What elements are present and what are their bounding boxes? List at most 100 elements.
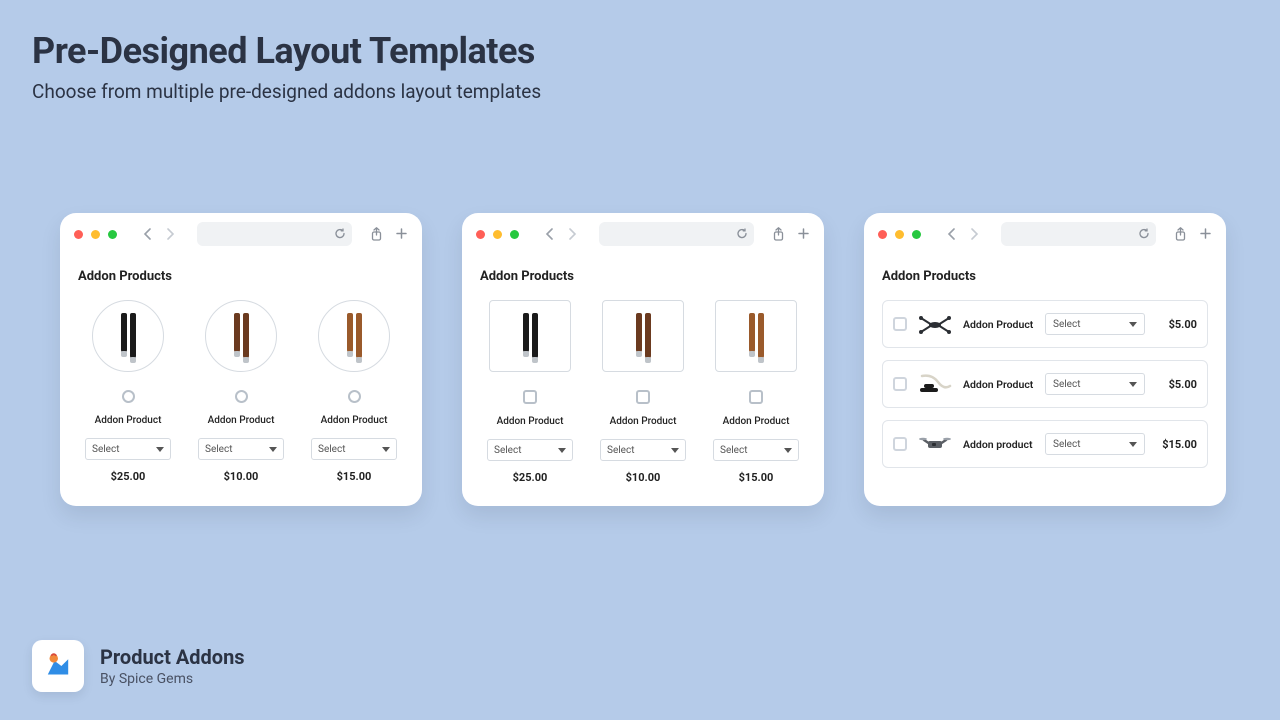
addon-price: $15.00 — [337, 470, 372, 483]
addon-label: Addon product — [963, 438, 1035, 451]
list-item: Addon Product Select $5.00 — [882, 300, 1208, 348]
addon-grid: Addon Product Select $25.00 Addon Produc… — [480, 300, 806, 484]
radio-input[interactable] — [122, 390, 135, 403]
addon-item: Addon Product Select $10.00 — [191, 300, 291, 483]
logo-icon — [41, 649, 75, 683]
addon-label: Addon Product — [321, 415, 388, 426]
close-dot-icon — [476, 230, 485, 239]
reload-icon — [1138, 225, 1150, 244]
chevron-down-icon — [1129, 442, 1137, 447]
addon-price: $10.00 — [224, 470, 259, 483]
addon-item: Addon Product Select $25.00 — [78, 300, 178, 483]
product-thumb — [917, 309, 953, 339]
cable-icon — [918, 372, 952, 396]
new-tab-icon — [395, 227, 408, 241]
new-tab-icon — [797, 227, 810, 241]
section-title: Addon Products — [882, 269, 1208, 284]
chevron-down-icon — [1129, 382, 1137, 387]
strap-icon — [347, 313, 362, 359]
back-icon — [943, 225, 961, 243]
back-icon — [139, 225, 157, 243]
addon-price: $25.00 — [111, 470, 146, 483]
addon-price: $15.00 — [739, 471, 774, 484]
list-item: Addon product Select $15.00 — [882, 420, 1208, 468]
url-bar — [1001, 222, 1156, 246]
addon-price: $5.00 — [1155, 318, 1197, 331]
addon-item: Addon Product Select $15.00 — [304, 300, 404, 483]
checkbox-input[interactable] — [893, 437, 907, 451]
app-footer: Product Addons By Spice Gems — [32, 640, 245, 692]
chevron-down-icon — [671, 448, 679, 453]
strap-icon — [749, 313, 764, 359]
addon-price: $15.00 — [1155, 438, 1197, 451]
product-thumb — [92, 300, 164, 372]
addon-label: Addon Product — [963, 318, 1035, 331]
strap-icon — [121, 313, 136, 359]
variant-select[interactable]: Select — [487, 439, 573, 461]
checkbox-input[interactable] — [636, 390, 650, 404]
addon-item: Addon Product Select $25.00 — [480, 300, 580, 484]
share-icon — [370, 227, 383, 241]
forward-icon — [965, 225, 983, 243]
minimize-dot-icon — [895, 230, 904, 239]
checkbox-input[interactable] — [893, 377, 907, 391]
app-byline: By Spice Gems — [100, 671, 245, 687]
chevron-down-icon — [269, 447, 277, 452]
chevron-down-icon — [1129, 322, 1137, 327]
chevron-down-icon — [558, 448, 566, 453]
reload-icon — [736, 225, 748, 244]
variant-select[interactable]: Select — [198, 438, 284, 460]
url-bar — [197, 222, 352, 246]
page-subtitle: Choose from multiple pre-designed addons… — [32, 80, 541, 103]
variant-select[interactable]: Select — [713, 439, 799, 461]
checkbox-input[interactable] — [893, 317, 907, 331]
variant-select[interactable]: Select — [1045, 433, 1145, 455]
app-name: Product Addons — [100, 645, 245, 669]
zoom-dot-icon — [912, 230, 921, 239]
quadcopter-icon — [918, 432, 952, 456]
addon-label: Addon Product — [95, 415, 162, 426]
share-icon — [1174, 227, 1187, 241]
new-tab-icon — [1199, 227, 1212, 241]
variant-select[interactable]: Select — [311, 438, 397, 460]
app-logo — [32, 640, 84, 692]
zoom-dot-icon — [510, 230, 519, 239]
chevron-down-icon — [382, 447, 390, 452]
product-thumb — [602, 300, 684, 372]
addon-label: Addon Product — [610, 416, 677, 427]
close-dot-icon — [878, 230, 887, 239]
layout-template-3[interactable]: Addon Products Addon Product Select $5.0… — [864, 213, 1226, 506]
zoom-dot-icon — [108, 230, 117, 239]
product-thumb — [489, 300, 571, 372]
chevron-down-icon — [784, 448, 792, 453]
forward-icon — [563, 225, 581, 243]
variant-select[interactable]: Select — [1045, 373, 1145, 395]
strap-icon — [234, 313, 249, 359]
close-dot-icon — [74, 230, 83, 239]
section-title: Addon Products — [480, 269, 806, 284]
layout-template-2[interactable]: Addon Products Addon Product Select $25.… — [462, 213, 824, 506]
checkbox-input[interactable] — [523, 390, 537, 404]
variant-select[interactable]: Select — [600, 439, 686, 461]
variant-select[interactable]: Select — [85, 438, 171, 460]
url-bar — [599, 222, 754, 246]
browser-chrome — [60, 213, 422, 255]
list-item: Addon Product Select $5.00 — [882, 360, 1208, 408]
strap-icon — [523, 313, 538, 359]
addon-label: Addon Product — [208, 415, 275, 426]
radio-input[interactable] — [348, 390, 361, 403]
product-thumb — [205, 300, 277, 372]
reload-icon — [334, 225, 346, 244]
forward-icon — [161, 225, 179, 243]
checkbox-input[interactable] — [749, 390, 763, 404]
addon-label: Addon Product — [723, 416, 790, 427]
page-title: Pre-Designed Layout Templates — [32, 30, 535, 72]
radio-input[interactable] — [235, 390, 248, 403]
layout-template-1[interactable]: Addon Products Addon Product Select $25.… — [60, 213, 422, 506]
chevron-down-icon — [156, 447, 164, 452]
product-thumb — [318, 300, 390, 372]
addon-price: $5.00 — [1155, 378, 1197, 391]
back-icon — [541, 225, 559, 243]
variant-select[interactable]: Select — [1045, 313, 1145, 335]
addon-item: Addon Product Select $15.00 — [706, 300, 806, 484]
